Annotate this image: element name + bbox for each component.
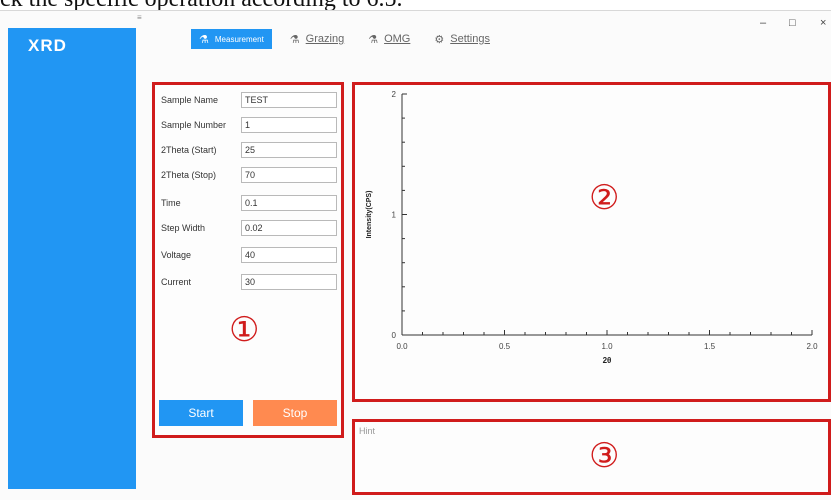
field-row-sample-name: Sample Name <box>161 92 341 110</box>
tab-label: Measurement <box>214 34 264 44</box>
minimize-button[interactable]: – <box>760 17 766 29</box>
2theta-stop-input[interactable] <box>241 167 337 183</box>
2theta-start-input[interactable] <box>241 142 337 158</box>
tab-bar: ⚗ Measurement ⚗ Grazing ⚗ OMG ⚙ Settings <box>191 27 508 51</box>
y-axis-label: Intensity(CPS) <box>366 191 373 239</box>
field-label: Sample Name <box>161 95 219 105</box>
field-row-step-width: Step Width <box>161 220 341 238</box>
field-row-time: Time <box>161 195 341 213</box>
field-row-2theta-stop: 2Theta (Stop) <box>161 167 341 185</box>
field-label: 2Theta (Start) <box>161 145 217 155</box>
x-tick-label: 1.5 <box>704 342 716 351</box>
annotation-marker-1: ① <box>229 310 260 350</box>
field-label: Step Width <box>161 223 206 233</box>
chart-panel: 0.0 0.5 1.0 1.5 2.0 0 1 2 2θ Intensity(CPS) ② <box>352 82 831 402</box>
field-label: Voltage <box>161 250 192 260</box>
current-input[interactable] <box>241 274 337 290</box>
field-row-2theta-start: 2Theta (Start) <box>161 142 341 160</box>
hint-panel: Hint ③ <box>352 419 831 495</box>
flask-icon: ⚗ <box>368 33 379 46</box>
x-tick-label: 0.5 <box>499 342 511 351</box>
flask-icon: ⚗ <box>199 33 209 46</box>
tab-grazing[interactable]: ⚗ Grazing <box>284 29 350 49</box>
tab-label: Grazing <box>305 33 345 45</box>
flask-icon: ⚗ <box>289 33 300 46</box>
gear-icon: ⚙ <box>434 33 445 46</box>
field-label: Sample Number <box>161 120 227 130</box>
x-tick-label: 1.0 <box>601 342 613 351</box>
tab-label: OMG <box>384 33 411 45</box>
x-tick-label: 2.0 <box>806 342 818 351</box>
annotation-marker-2: ② <box>589 178 620 218</box>
tab-omg[interactable]: ⚗ OMG <box>362 29 416 49</box>
hint-label: Hint <box>359 426 376 436</box>
annotation-marker-3: ③ <box>589 436 620 476</box>
menu-icon[interactable]: ≡ <box>137 13 142 22</box>
field-row-sample-number: Sample Number <box>161 117 341 135</box>
y-tick-label: 1 <box>392 211 397 220</box>
field-label: Current <box>161 277 192 287</box>
tab-settings[interactable]: ⚙ Settings <box>428 29 496 49</box>
sample-name-input[interactable] <box>241 92 337 108</box>
sample-number-input[interactable] <box>241 117 337 133</box>
maximize-button[interactable]: □ <box>789 17 796 29</box>
tab-measurement[interactable]: ⚗ Measurement <box>191 29 272 49</box>
tab-label: Settings <box>450 33 490 45</box>
start-button[interactable]: Start <box>159 400 243 426</box>
field-row-voltage: Voltage <box>161 247 341 265</box>
close-button[interactable]: × <box>820 17 826 29</box>
time-input[interactable] <box>241 195 337 211</box>
voltage-input[interactable] <box>241 247 337 263</box>
x-axis-label: 2θ <box>603 356 612 365</box>
y-tick-label: 0 <box>392 331 397 340</box>
sidebar: XRD <box>8 28 136 489</box>
y-tick-label: 2 <box>392 90 397 99</box>
field-row-current: Current <box>161 274 341 292</box>
field-label: Time <box>161 198 181 208</box>
x-tick-label: 0.0 <box>396 342 408 351</box>
stop-button[interactable]: Stop <box>253 400 337 426</box>
measurement-form: Sample Name Sample Number 2Theta (Start)… <box>152 82 344 438</box>
field-label: 2Theta (Stop) <box>161 170 217 180</box>
step-width-input[interactable] <box>241 220 337 236</box>
intensity-chart: 0.0 0.5 1.0 1.5 2.0 0 1 2 2θ Intensity(CPS) <box>366 90 818 365</box>
app-logo: XRD <box>28 36 67 55</box>
